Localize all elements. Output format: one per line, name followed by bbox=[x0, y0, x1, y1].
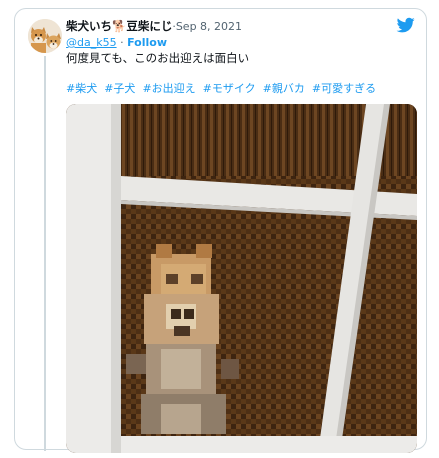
hashtag-link[interactable]: #可愛すぎる bbox=[312, 82, 376, 95]
user-handle[interactable]: @da_k55 bbox=[66, 36, 117, 49]
handle-row: @da_k55 · Follow bbox=[66, 36, 167, 49]
tweet-header: 柴犬いち🐕豆柴にじ · Sep 8, 2021 bbox=[66, 17, 416, 35]
hashtag-link[interactable]: #モザイク bbox=[203, 82, 256, 95]
hashtag-link[interactable]: #親バカ bbox=[263, 82, 305, 95]
tweet-card[interactable]: 柴犬いち🐕豆柴にじ · Sep 8, 2021 @da_k55 · Follow… bbox=[14, 8, 427, 453]
twitter-bird-icon[interactable] bbox=[396, 16, 416, 34]
shiba-behind-frosted-glass-door-image bbox=[66, 104, 417, 453]
hashtag-link[interactable]: #お出迎え bbox=[142, 82, 195, 95]
tweet-text: 何度見ても、このお出迎えは面白い bbox=[66, 51, 250, 65]
avatar[interactable] bbox=[28, 19, 62, 53]
thread-line bbox=[44, 56, 46, 451]
tweet-date[interactable]: Sep 8, 2021 bbox=[176, 20, 242, 33]
hashtag-link[interactable]: #柴犬 bbox=[66, 82, 97, 95]
follow-separator: · bbox=[116, 36, 128, 49]
hashtag-list: #柴犬 #子犬 #お出迎え #モザイク #親バカ #可愛すぎる bbox=[66, 80, 383, 96]
hashtag-link[interactable]: #子犬 bbox=[104, 82, 135, 95]
shiba-dogs-avatar-icon bbox=[28, 19, 62, 53]
tweet-photo[interactable] bbox=[66, 104, 417, 453]
follow-button[interactable]: Follow bbox=[127, 36, 167, 49]
display-name[interactable]: 柴犬いち🐕豆柴にじ bbox=[66, 18, 172, 34]
